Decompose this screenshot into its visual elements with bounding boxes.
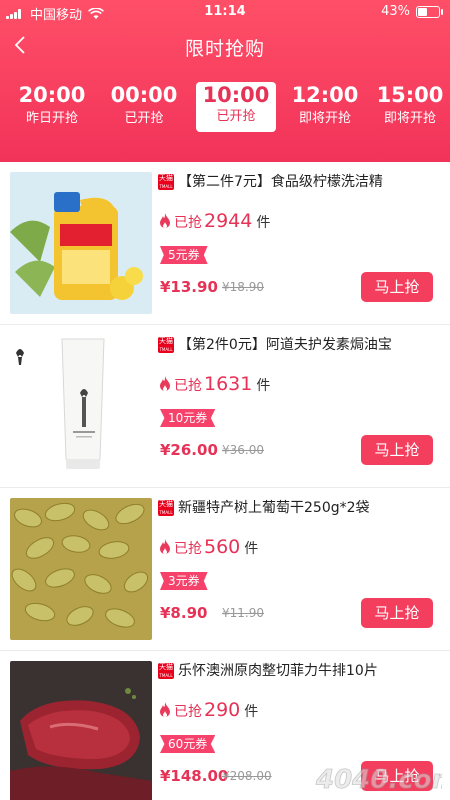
site-watermark-logo: 4040.com bbox=[315, 765, 442, 796]
sold-prefix: 已抢 bbox=[174, 541, 202, 557]
status-bar: 中国移动 11:14 43% bbox=[0, 0, 450, 23]
tab-status: 即将开抢 bbox=[383, 111, 436, 126]
status-bar-right: 43% bbox=[381, 4, 443, 19]
fire-icon bbox=[160, 702, 170, 717]
tab-time: 00:00 bbox=[110, 83, 178, 107]
original-price: ¥11.90 bbox=[222, 606, 264, 620]
tab-12-00[interactable]: 12:00 即将开抢 bbox=[280, 80, 370, 136]
tab-20-00[interactable]: 20:00 昨日开抢 bbox=[7, 80, 97, 136]
header: 中国移动 11:14 43% 限时抢购 20:00 昨日开抢 00:00 已开抢… bbox=[0, 0, 450, 162]
buy-now-button[interactable]: 马上抢 bbox=[361, 598, 433, 628]
tab-10-00[interactable]: 10:00 已开抢 bbox=[196, 82, 276, 132]
sale-price: ¥8.90 bbox=[160, 604, 208, 622]
tab-15-00[interactable]: 15:00 即将开抢 bbox=[370, 80, 450, 136]
buy-now-button[interactable]: 马上抢 bbox=[361, 272, 433, 302]
product-image-dish-soap[interactable] bbox=[10, 172, 152, 314]
sold-prefix: 已抢 bbox=[174, 704, 202, 720]
tmall-badge-icon: 天猫 TMALL bbox=[158, 500, 174, 516]
sold-number: 290 bbox=[204, 699, 241, 721]
buy-now-button[interactable]: 马上抢 bbox=[361, 435, 433, 465]
list-item[interactable]: 天猫 TMALL 【第2件0元】阿道夫护发素焗油宝 已抢 1631 件 10元券 … bbox=[0, 325, 450, 488]
tab-00-00[interactable]: 00:00 已开抢 bbox=[99, 80, 189, 136]
tab-time: 12:00 bbox=[291, 83, 359, 107]
tab-status: 已开抢 bbox=[124, 111, 164, 126]
tab-time: 20:00 bbox=[18, 83, 86, 107]
sold-prefix: 已抢 bbox=[174, 215, 202, 231]
time-slot-tabs: 20:00 昨日开抢 00:00 已开抢 10:00 已开抢 12:00 即将开… bbox=[0, 80, 450, 136]
sold-unit: 件 bbox=[244, 704, 259, 720]
coupon-badge: 10元券 bbox=[160, 409, 216, 427]
tab-status: 昨日开抢 bbox=[25, 111, 78, 126]
sale-price: ¥148.00 bbox=[160, 767, 229, 785]
tmall-badge-subtext: TMALL bbox=[159, 510, 173, 515]
battery-level bbox=[418, 7, 427, 16]
tmall-badge-text: 天猫 bbox=[159, 500, 173, 508]
tab-status: 已开抢 bbox=[216, 109, 256, 124]
sold-count: 已抢 2944 件 bbox=[158, 210, 270, 232]
coupon-badge: 60元券 bbox=[160, 735, 216, 753]
sold-unit: 件 bbox=[244, 541, 259, 557]
fire-icon bbox=[160, 213, 170, 228]
tab-time: 10:00 bbox=[202, 83, 270, 107]
product-image-steak[interactable] bbox=[10, 661, 152, 800]
sold-number: 1631 bbox=[204, 373, 253, 395]
original-price: ¥208.00 bbox=[222, 769, 272, 783]
list-item[interactable]: 天猫 TMALL 新疆特产树上葡萄干250g*2袋 已抢 560 件 3元券 ¥8… bbox=[0, 488, 450, 651]
product-list: 天猫 TMALL 【第二件7元】食品级柠檬洗洁精 已抢 2944 件 5元券 ¥1… bbox=[0, 162, 450, 800]
tmall-badge-text: 天猫 bbox=[159, 663, 173, 671]
product-name[interactable]: 新疆特产树上葡萄干250g*2袋 bbox=[178, 498, 440, 518]
sold-count: 已抢 560 件 bbox=[158, 536, 258, 558]
sold-number: 560 bbox=[204, 536, 241, 558]
sold-prefix: 已抢 bbox=[174, 378, 202, 394]
battery-icon bbox=[416, 5, 443, 18]
tmall-badge-subtext: TMALL bbox=[159, 673, 173, 678]
coupon-badge: 5元券 bbox=[160, 246, 208, 264]
product-name[interactable]: 乐怀澳洲原肉整切菲力牛排10片 bbox=[178, 661, 440, 681]
tmall-badge-icon: 天猫 TMALL bbox=[158, 663, 174, 679]
page-title: 限时抢购 bbox=[184, 38, 265, 60]
product-image-raisins[interactable] bbox=[10, 498, 152, 640]
tmall-badge-subtext: TMALL bbox=[159, 347, 173, 352]
watermark-text: 4040.com bbox=[315, 765, 442, 795]
original-price: ¥18.90 bbox=[222, 280, 264, 294]
product-image-conditioner[interactable] bbox=[10, 335, 152, 477]
tmall-badge-subtext: TMALL bbox=[159, 184, 173, 189]
list-item[interactable]: 天猫 TMALL 【第二件7元】食品级柠檬洗洁精 已抢 2944 件 5元券 ¥1… bbox=[0, 162, 450, 325]
tmall-badge-icon: 天猫 TMALL bbox=[158, 337, 174, 353]
original-price: ¥36.00 bbox=[222, 443, 264, 457]
battery-percent: 43% bbox=[381, 4, 410, 19]
nav-bar: 限时抢购 bbox=[0, 22, 450, 74]
tmall-badge-icon: 天猫 TMALL bbox=[158, 174, 174, 190]
sold-unit: 件 bbox=[256, 378, 271, 394]
sold-count: 已抢 1631 件 bbox=[158, 373, 270, 395]
tab-time: 15:00 bbox=[376, 83, 444, 107]
sale-price: ¥26.00 bbox=[160, 441, 218, 459]
product-name[interactable]: 【第二件7元】食品级柠檬洗洁精 bbox=[178, 172, 440, 192]
sold-number: 2944 bbox=[204, 210, 253, 232]
sold-count: 已抢 290 件 bbox=[158, 699, 258, 721]
tmall-badge-text: 天猫 bbox=[159, 337, 173, 345]
sale-price: ¥13.90 bbox=[160, 278, 218, 296]
tab-status: 即将开抢 bbox=[298, 111, 351, 126]
product-name[interactable]: 【第2件0元】阿道夫护发素焗油宝 bbox=[178, 335, 440, 355]
tmall-badge-text: 天猫 bbox=[159, 174, 173, 182]
fire-icon bbox=[160, 539, 170, 554]
sold-unit: 件 bbox=[256, 215, 271, 231]
coupon-badge: 3元券 bbox=[160, 572, 208, 590]
fire-icon bbox=[160, 376, 170, 391]
